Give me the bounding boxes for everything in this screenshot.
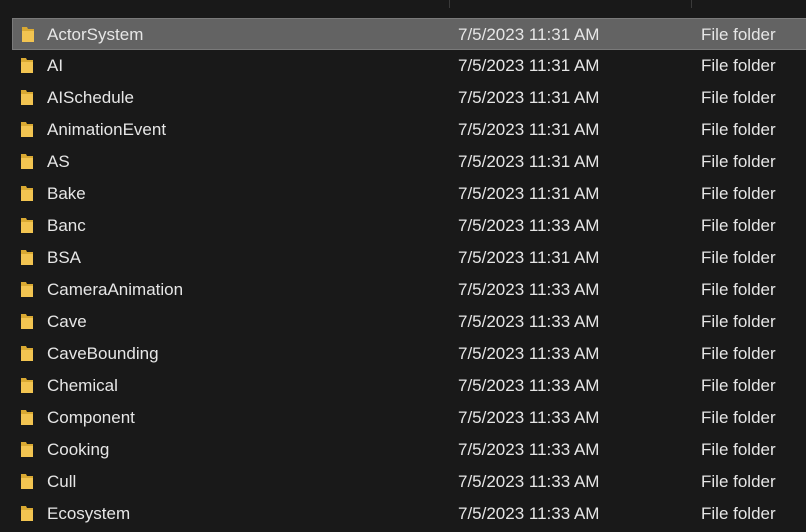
file-type: File folder <box>701 248 776 267</box>
file-type: File folder <box>701 344 776 363</box>
file-type: File folder <box>701 184 776 203</box>
date-modified: 7/5/2023 11:33 AM <box>458 344 600 363</box>
date-modified: 7/5/2023 11:31 AM <box>458 25 600 44</box>
list-item[interactable]: AS 7/5/2023 11:31 AM File folder <box>0 146 806 178</box>
folder-icon <box>21 314 33 329</box>
file-name: ActorSystem <box>47 25 144 44</box>
list-item[interactable]: Chemical 7/5/2023 11:33 AM File folder <box>0 370 806 402</box>
file-name: AS <box>47 152 70 171</box>
list-item[interactable]: CaveBounding 7/5/2023 11:33 AM File folder <box>0 338 806 370</box>
folder-icon <box>21 250 33 265</box>
list-item[interactable]: Cave 7/5/2023 11:33 AM File folder <box>0 306 806 338</box>
date-modified: 7/5/2023 11:33 AM <box>458 440 600 459</box>
list-item[interactable]: Bake 7/5/2023 11:31 AM File folder <box>0 178 806 210</box>
date-modified: 7/5/2023 11:31 AM <box>458 56 600 75</box>
folder-icon <box>21 346 33 361</box>
file-name: AISchedule <box>47 88 134 107</box>
file-name: Ecosystem <box>47 504 131 523</box>
file-name: AnimationEvent <box>47 120 167 139</box>
file-name: CameraAnimation <box>47 280 184 299</box>
list-item[interactable]: AI 7/5/2023 11:31 AM File folder <box>0 50 806 82</box>
folder-icon <box>21 282 33 297</box>
date-modified: 7/5/2023 11:33 AM <box>458 472 600 491</box>
list-item[interactable]: CameraAnimation 7/5/2023 11:33 AM File fol… <box>0 274 806 306</box>
file-name: Bake <box>47 184 86 203</box>
file-name: Chemical <box>47 376 118 395</box>
file-list: ActorSystem 7/5/2023 11:31 AM File folder A… <box>0 0 806 532</box>
folder-icon <box>21 218 33 233</box>
list-item[interactable]: BSA 7/5/2023 11:31 AM File folder <box>0 242 806 274</box>
file-type: File folder <box>701 216 776 235</box>
file-type: File folder <box>701 504 776 523</box>
file-rows: ActorSystem 7/5/2023 11:31 AM File folder A… <box>0 18 806 530</box>
date-modified: 7/5/2023 11:33 AM <box>458 216 600 235</box>
file-type: File folder <box>701 152 776 171</box>
file-name: BSA <box>47 248 82 267</box>
file-name: Cull <box>47 472 77 491</box>
file-type: File folder <box>701 312 776 331</box>
file-type: File folder <box>701 472 776 491</box>
folder-icon <box>21 442 33 457</box>
list-item[interactable]: AISchedule 7/5/2023 11:31 AM File folder <box>0 82 806 114</box>
file-type: File folder <box>701 25 776 44</box>
file-name: CaveBounding <box>47 344 159 363</box>
list-item[interactable]: Cooking 7/5/2023 11:33 AM File folder <box>0 434 806 466</box>
file-type: File folder <box>701 408 776 427</box>
list-item[interactable]: Component 7/5/2023 11:33 AM File folder <box>0 402 806 434</box>
folder-icon <box>22 27 34 42</box>
file-type: File folder <box>701 120 776 139</box>
file-type: File folder <box>701 88 776 107</box>
file-name: Component <box>47 408 135 427</box>
date-modified: 7/5/2023 11:31 AM <box>458 152 600 171</box>
file-name: Banc <box>47 216 86 235</box>
file-type: File folder <box>701 376 776 395</box>
date-modified: 7/5/2023 11:31 AM <box>458 248 600 267</box>
list-item[interactable]: ActorSystem 7/5/2023 11:31 AM File folder <box>12 18 806 50</box>
folder-icon <box>21 378 33 393</box>
file-name: Cooking <box>47 440 110 459</box>
folder-icon <box>21 58 33 73</box>
file-name: AI <box>47 56 64 75</box>
folder-icon <box>21 90 33 105</box>
file-name: Cave <box>47 312 87 331</box>
column-divider-type[interactable] <box>691 0 692 8</box>
list-item[interactable]: AnimationEvent 7/5/2023 11:31 AM File fold… <box>0 114 806 146</box>
date-modified: 7/5/2023 11:31 AM <box>458 120 600 139</box>
list-item[interactable]: Cull 7/5/2023 11:33 AM File folder <box>0 466 806 498</box>
folder-icon <box>21 122 33 137</box>
date-modified: 7/5/2023 11:33 AM <box>458 504 600 523</box>
list-item[interactable]: Ecosystem 7/5/2023 11:33 AM File folder <box>0 498 806 530</box>
date-modified: 7/5/2023 11:33 AM <box>458 280 600 299</box>
folder-icon <box>21 474 33 489</box>
date-modified: 7/5/2023 11:33 AM <box>458 376 600 395</box>
folder-icon <box>21 410 33 425</box>
date-modified: 7/5/2023 11:33 AM <box>458 408 600 427</box>
date-modified: 7/5/2023 11:31 AM <box>458 88 600 107</box>
folder-icon <box>21 154 33 169</box>
date-modified: 7/5/2023 11:33 AM <box>458 312 600 331</box>
file-type: File folder <box>701 280 776 299</box>
column-divider-date[interactable] <box>449 0 450 8</box>
file-type: File folder <box>701 56 776 75</box>
folder-icon <box>21 186 33 201</box>
folder-icon <box>21 506 33 521</box>
list-item[interactable]: Banc 7/5/2023 11:33 AM File folder <box>0 210 806 242</box>
file-type: File folder <box>701 440 776 459</box>
date-modified: 7/5/2023 11:31 AM <box>458 184 600 203</box>
